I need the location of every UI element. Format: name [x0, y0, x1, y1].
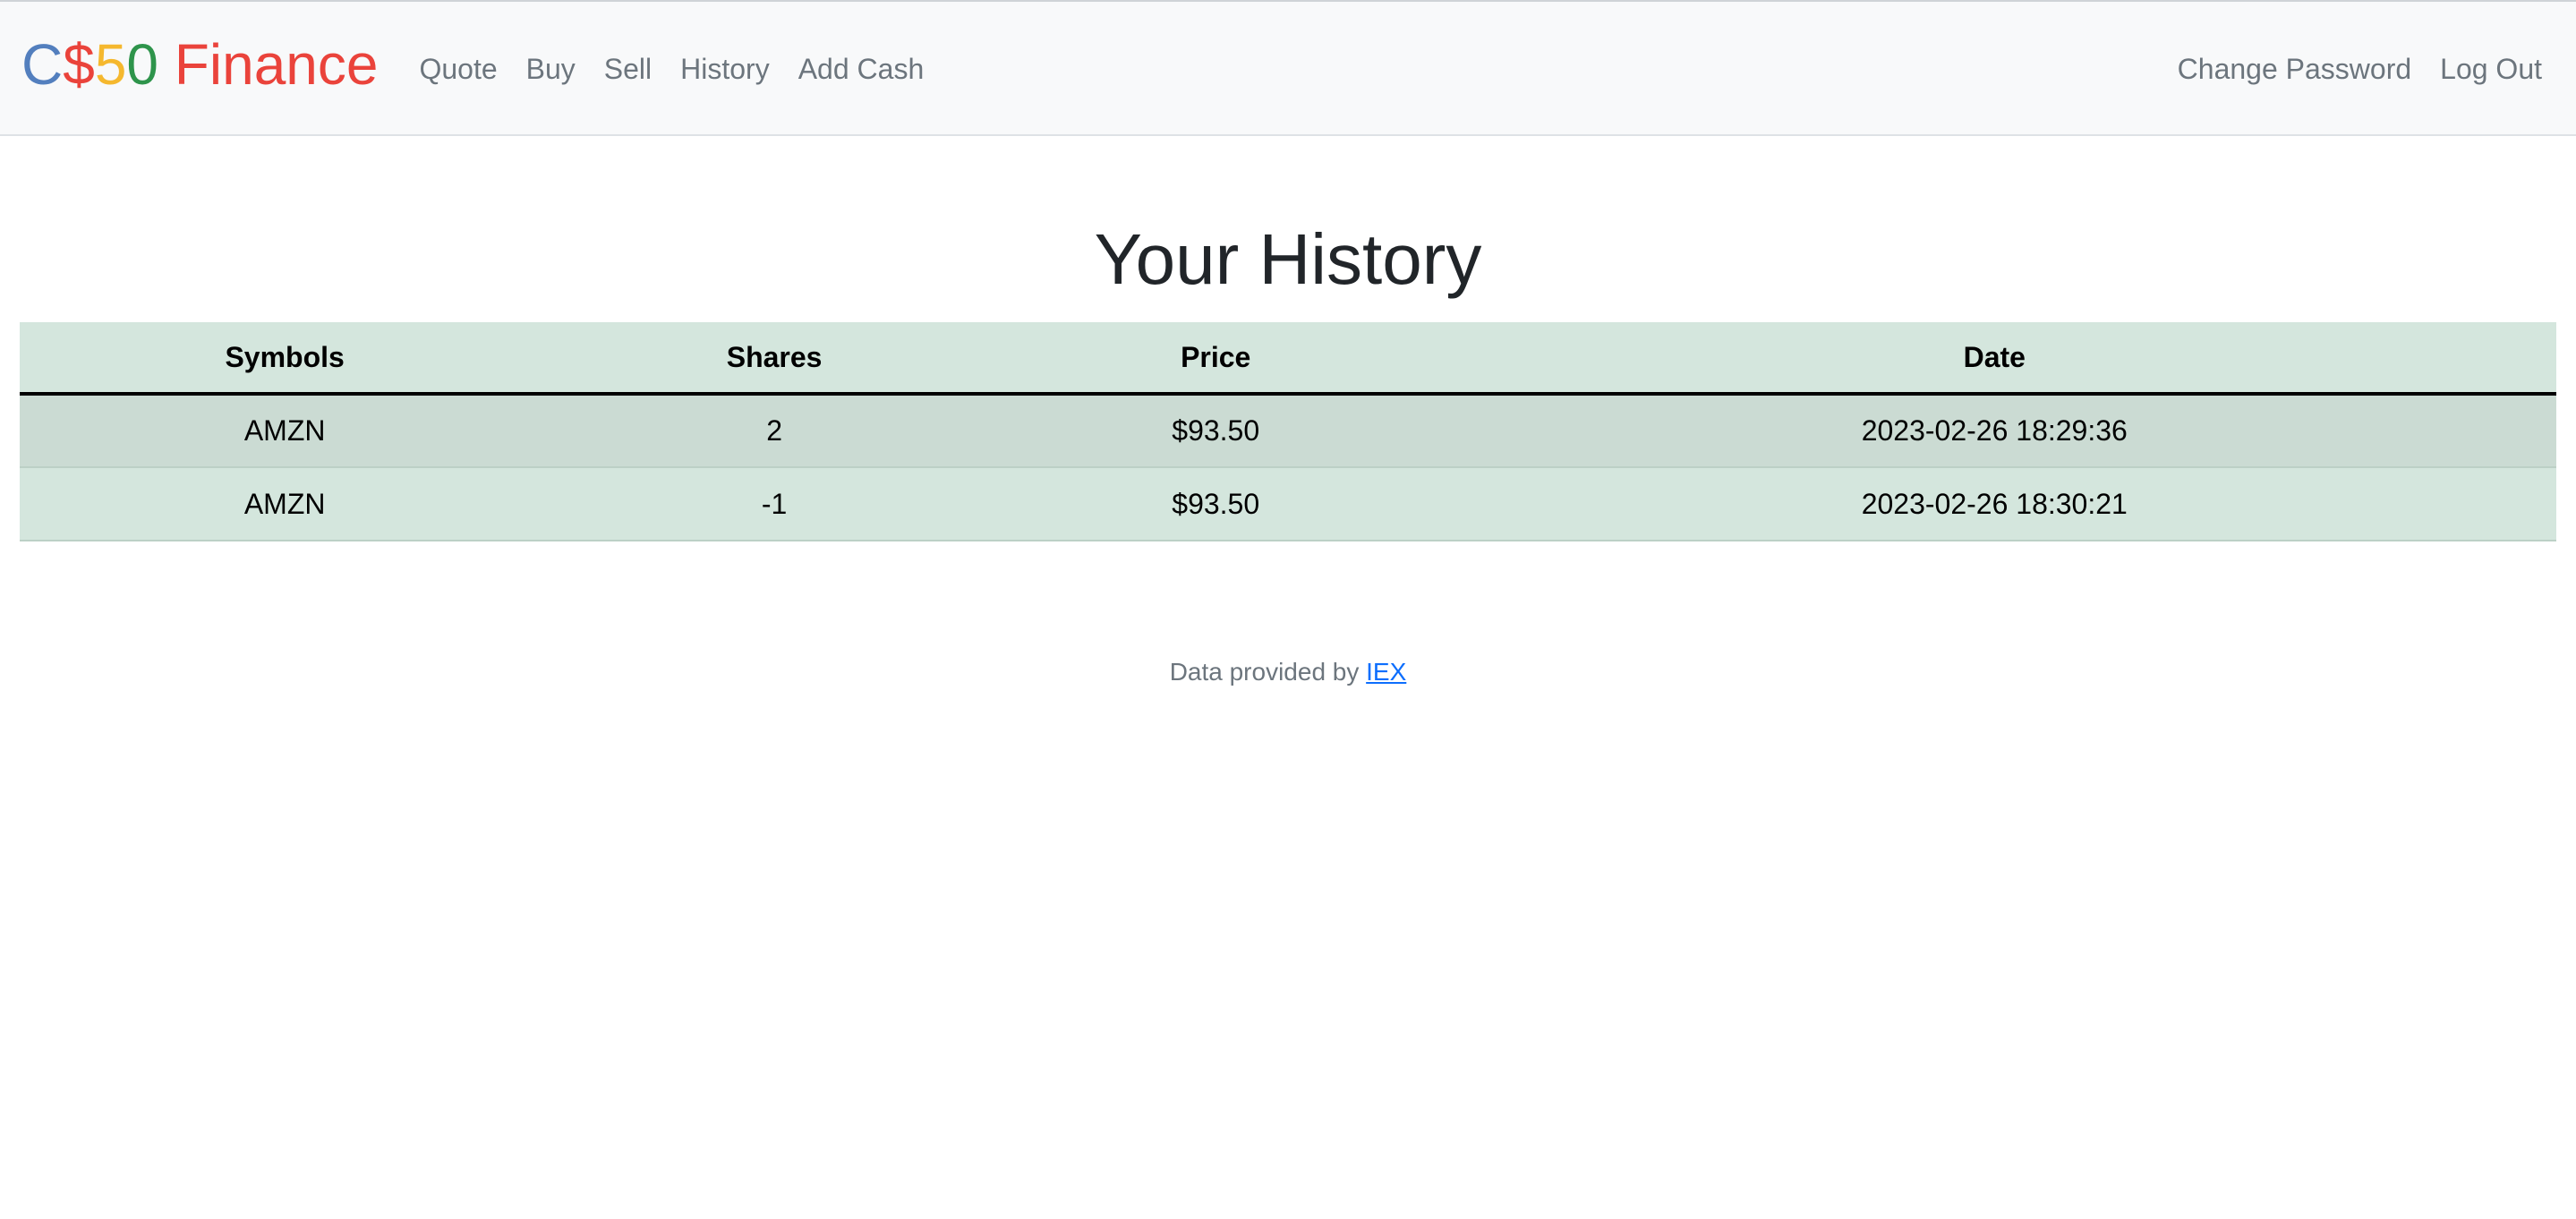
cell-price: $93.50 [998, 394, 1433, 468]
cell-shares: 2 [550, 394, 999, 468]
navbar: C $ 5 0 Finance Quote Buy Sell History A… [0, 2, 2576, 136]
cell-price: $93.50 [998, 467, 1433, 541]
page-title: Your History [1094, 219, 1482, 299]
nav-left: Quote Buy Sell History Add Cash [405, 51, 938, 86]
brand-letter-c: C [21, 32, 64, 97]
cell-symbol: AMZN [20, 394, 550, 468]
table-row: AMZN -1 $93.50 2023-02-26 18:30:21 [20, 467, 2556, 541]
brand-word-finance: Finance [158, 32, 379, 97]
brand-letter-0: 0 [126, 32, 158, 97]
table-header-row: Symbols Shares Price Date [20, 322, 2556, 396]
nav-add-cash[interactable]: Add Cash [784, 53, 939, 86]
cell-symbol: AMZN [20, 467, 550, 541]
table-row: AMZN 2 $93.50 2023-02-26 18:29:36 [20, 394, 2556, 468]
col-header-symbols: Symbols [20, 322, 550, 396]
nav-log-out[interactable]: Log Out [2426, 53, 2556, 86]
cell-date: 2023-02-26 18:29:36 [1432, 394, 2556, 468]
footer: Data provided by IEX [20, 658, 2556, 686]
iex-link[interactable]: IEX [1366, 658, 1406, 686]
brand-letter-5: 5 [94, 32, 127, 97]
nav-buy[interactable]: Buy [512, 53, 590, 86]
col-header-price: Price [998, 322, 1433, 396]
col-header-shares: Shares [550, 322, 999, 396]
brand-logo[interactable]: C $ 5 0 Finance [21, 36, 378, 93]
nav-change-password[interactable]: Change Password [2163, 53, 2426, 86]
nav-quote[interactable]: Quote [405, 53, 511, 86]
nav-sell[interactable]: Sell [590, 53, 666, 86]
nav-history[interactable]: History [666, 53, 784, 86]
col-header-date: Date [1432, 322, 2556, 396]
nav-right: Change Password Log Out [2163, 51, 2556, 86]
cell-date: 2023-02-26 18:30:21 [1432, 467, 2556, 541]
cell-shares: -1 [550, 467, 999, 541]
history-table: Symbols Shares Price Date AMZN 2 $93.50 … [20, 322, 2556, 541]
main-content: Your History Symbols Shares Price Date A… [0, 224, 2576, 686]
footer-text: Data provided by [1169, 658, 1367, 686]
brand-letter-dollar: $ [63, 32, 95, 97]
